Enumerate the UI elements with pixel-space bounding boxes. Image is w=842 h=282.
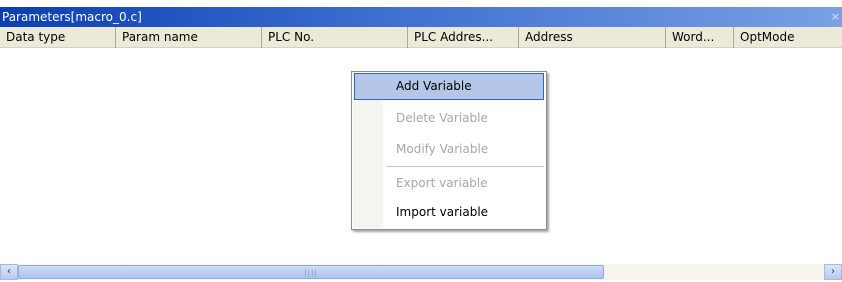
column-header-data-type[interactable]: Data type [0, 27, 116, 48]
arrow-left-icon: ‹ [7, 266, 11, 277]
column-header-optmode[interactable]: OptMode [734, 27, 842, 48]
column-header-plc-no[interactable]: PLC No. [262, 27, 408, 48]
menu-item-export-variable[interactable]: Export variable [354, 170, 544, 197]
scroll-right-button[interactable]: › [824, 264, 842, 280]
column-header-word[interactable]: Word... [666, 27, 734, 48]
menu-item-modify-variable[interactable]: Modify Variable [354, 136, 544, 163]
table-header: Data type Param name PLC No. PLC Addres.… [0, 27, 842, 48]
scroll-thumb[interactable]: |||| [18, 265, 604, 279]
menu-item-add-variable[interactable]: Add Variable [354, 73, 544, 100]
grip-icon: |||| [304, 269, 318, 277]
scroll-left-button[interactable]: ‹ [0, 264, 18, 280]
column-header-address[interactable]: Address [519, 27, 666, 48]
arrow-right-icon: › [831, 266, 835, 277]
panel-titlebar: Parameters[macro_0.c] × [0, 7, 842, 27]
column-header-plc-address[interactable]: PLC Addres... [408, 27, 519, 48]
column-header-param-name[interactable]: Param name [116, 27, 262, 48]
menu-separator [386, 166, 544, 167]
panel-title: Parameters[macro_0.c] [2, 10, 142, 24]
horizontal-scrollbar[interactable]: ‹ |||| › [0, 264, 842, 280]
context-menu: Add Variable Delete Variable Modify Vari… [351, 71, 547, 230]
menu-item-import-variable[interactable]: Import variable [354, 199, 544, 226]
close-icon[interactable]: × [831, 7, 840, 27]
menu-item-delete-variable[interactable]: Delete Variable [354, 105, 544, 132]
